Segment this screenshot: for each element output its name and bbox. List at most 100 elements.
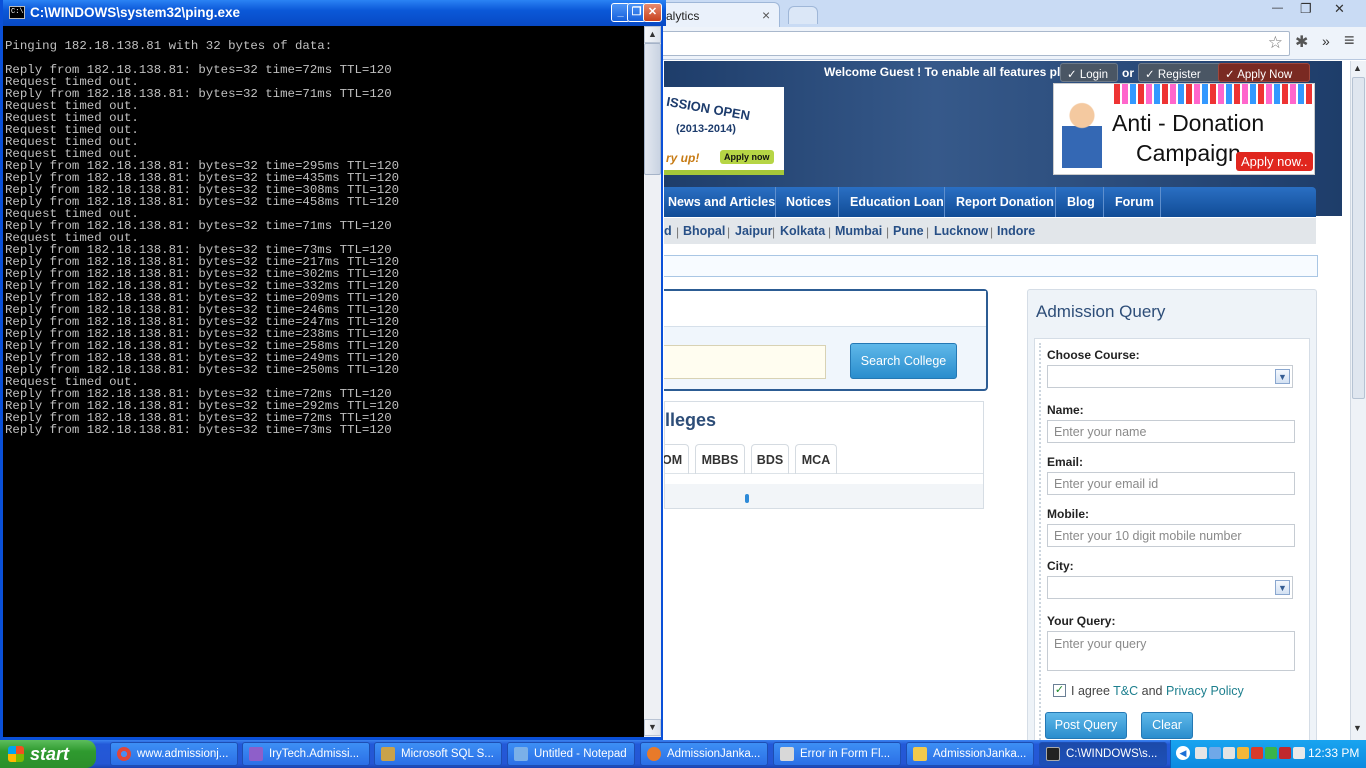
college-search-input[interactable] bbox=[664, 345, 826, 379]
taskbar-button-visual-studio[interactable]: IryTech.Admissi... bbox=[242, 742, 370, 766]
console-scroll-thumb[interactable] bbox=[644, 43, 661, 175]
search-college-button[interactable]: Search College bbox=[850, 343, 957, 379]
nav-news-and-articles[interactable]: News and Articles bbox=[668, 195, 775, 209]
nav-forum[interactable]: Forum bbox=[1115, 195, 1154, 209]
taskbar-button-chrome[interactable]: www.admissionj... bbox=[110, 742, 238, 766]
console-window: C:\ C:\WINDOWS\system32\ping.exe _ ❐ ✕ P… bbox=[0, 0, 666, 740]
name-label: Name: bbox=[1047, 403, 1084, 417]
tab-mbbs[interactable]: MBBS bbox=[695, 444, 745, 474]
anti-donation-banner[interactable]: Anti - Donation Campaign Apply now.. bbox=[1053, 83, 1315, 175]
city-link[interactable]: d bbox=[664, 224, 672, 238]
console-title: C:\WINDOWS\system32\ping.exe bbox=[30, 5, 241, 20]
browser-menu-icon[interactable]: ≡ bbox=[1344, 30, 1355, 51]
tray-expand-icon[interactable]: ◀ bbox=[1176, 746, 1190, 760]
clear-button[interactable]: Clear bbox=[1141, 712, 1193, 739]
scroll-down-arrow-icon[interactable]: ▼ bbox=[1353, 723, 1362, 733]
city-link-pune[interactable]: Pune bbox=[893, 224, 924, 238]
console-title-bar[interactable]: C:\ C:\WINDOWS\system32\ping.exe _ ❐ ✕ bbox=[3, 0, 666, 26]
query-textarea[interactable]: Enter your query bbox=[1047, 631, 1295, 671]
alert-icon[interactable] bbox=[1279, 747, 1291, 759]
admission-open-banner[interactable]: ISSION OPEN (2013-2014) ry up! Apply now bbox=[664, 87, 784, 175]
banner-apply-button[interactable]: Apply now.. bbox=[1236, 152, 1313, 171]
city-separator: | bbox=[772, 225, 776, 239]
search-college-panel: Search College bbox=[664, 289, 988, 391]
start-button[interactable]: start bbox=[0, 740, 96, 768]
extension-bug-icon[interactable]: ✱ bbox=[1295, 32, 1308, 52]
scroll-thumb[interactable] bbox=[1352, 77, 1365, 399]
apply-now-button[interactable]: ✓ Apply Now bbox=[1218, 63, 1310, 82]
task-label: Microsoft SQL S... bbox=[401, 748, 494, 760]
city-link-mumbai[interactable]: Mumbai bbox=[835, 224, 882, 238]
taskbar-button-sql-server[interactable]: Microsoft SQL S... bbox=[374, 742, 502, 766]
browser-minimize-button[interactable]: — bbox=[1272, 2, 1283, 14]
tab-om[interactable]: OM bbox=[664, 444, 689, 474]
task-label: www.admissionj... bbox=[137, 748, 229, 760]
city-link-jaipur[interactable]: Jaipur bbox=[735, 224, 773, 238]
privacy-policy-link[interactable]: Privacy Policy bbox=[1166, 684, 1244, 698]
tc-link[interactable]: T&C bbox=[1113, 684, 1138, 698]
city-select[interactable]: ▼ bbox=[1047, 576, 1293, 599]
admission-query-form: Choose Course: ▼ Name: Enter your name E… bbox=[1034, 338, 1310, 740]
browser-restore-button[interactable]: ❐ bbox=[1300, 1, 1312, 17]
banner-apply-now-button[interactable]: Apply now bbox=[720, 150, 774, 164]
banner-hurry-text: ry up! bbox=[666, 151, 700, 165]
update-icon[interactable] bbox=[1237, 747, 1249, 759]
security-check-icon[interactable] bbox=[1265, 747, 1277, 759]
bookmark-star-icon[interactable]: ☆ bbox=[1268, 33, 1283, 53]
city-separator: | bbox=[676, 225, 680, 239]
taskbar-button-firefox[interactable]: AdmissionJanka... bbox=[640, 742, 768, 766]
network-icon[interactable] bbox=[1209, 747, 1221, 759]
city-link-indore[interactable]: Indore bbox=[997, 224, 1035, 238]
city-link-bhopal[interactable]: Bhopal bbox=[683, 224, 725, 238]
page-scrollbar[interactable]: ▲ ▼ bbox=[1350, 61, 1366, 740]
login-button[interactable]: ✓ Login bbox=[1060, 63, 1118, 82]
bluetooth-icon[interactable] bbox=[1195, 747, 1207, 759]
nav-blog[interactable]: Blog bbox=[1067, 195, 1095, 209]
display-icon[interactable] bbox=[1223, 747, 1235, 759]
tab-mca[interactable]: MCA bbox=[795, 444, 837, 474]
console-scrollbar[interactable]: ▲ ▼ bbox=[644, 26, 661, 737]
clock[interactable]: 12:33 PM bbox=[1308, 746, 1359, 760]
register-button[interactable]: ✓ Register bbox=[1138, 63, 1222, 82]
browser-tab-strip: alytics × — ❐ ✕ bbox=[640, 0, 1366, 27]
city-separator: | bbox=[828, 225, 832, 239]
nav-notices[interactable]: Notices bbox=[786, 195, 831, 209]
city-link-lucknow[interactable]: Lucknow bbox=[934, 224, 988, 238]
choose-course-label: Choose Course: bbox=[1047, 348, 1140, 362]
task-label: Untitled - Notepad bbox=[534, 748, 627, 760]
sql-server-icon bbox=[381, 747, 395, 761]
browser-close-button[interactable]: ✕ bbox=[1334, 1, 1345, 17]
tab-title: alytics bbox=[666, 9, 700, 23]
taskbar-button-notepad[interactable]: Untitled - Notepad bbox=[507, 742, 635, 766]
address-bar[interactable]: ☆ bbox=[660, 31, 1290, 56]
scroll-up-arrow-icon[interactable]: ▲ bbox=[1353, 63, 1362, 73]
mobile-input[interactable]: Enter your 10 digit mobile number bbox=[1047, 524, 1295, 547]
nav-divider bbox=[775, 187, 776, 217]
email-input[interactable]: Enter your email id bbox=[1047, 472, 1295, 495]
course-select[interactable]: ▼ bbox=[1047, 365, 1293, 388]
post-query-button[interactable]: Post Query bbox=[1045, 712, 1127, 739]
nav-report-donation[interactable]: Report Donation bbox=[956, 195, 1054, 209]
tab-bds[interactable]: BDS bbox=[751, 444, 789, 474]
scroll-down-arrow-icon[interactable]: ▼ bbox=[644, 719, 661, 736]
start-label: start bbox=[30, 744, 70, 764]
more-extensions-button[interactable]: » bbox=[1322, 33, 1330, 49]
taskbar-button-console[interactable]: C:\WINDOWS\s... bbox=[1039, 742, 1167, 766]
nav-education-loan[interactable]: Education Loan bbox=[850, 195, 944, 209]
name-input[interactable]: Enter your name bbox=[1047, 420, 1295, 443]
city-link-kolkata[interactable]: Kolkata bbox=[780, 224, 825, 238]
taskbar-button-error-window[interactable]: Error in Form Fl... bbox=[773, 742, 901, 766]
tab-close-icon[interactable]: × bbox=[762, 7, 770, 23]
scroll-up-arrow-icon[interactable]: ▲ bbox=[644, 26, 661, 43]
agree-checkbox[interactable]: ✓ bbox=[1053, 684, 1066, 697]
taskbar-button-folder[interactable]: AdmissionJanka... bbox=[906, 742, 1034, 766]
nav-divider bbox=[1160, 187, 1161, 217]
nav-divider bbox=[944, 187, 945, 217]
browser-toolbar: ☆ ✱ » ≡ bbox=[640, 27, 1366, 60]
antivirus-shield-icon[interactable] bbox=[1251, 747, 1263, 759]
or-text: or bbox=[1122, 66, 1134, 80]
close-button[interactable]: ✕ bbox=[643, 3, 662, 22]
new-tab-button[interactable] bbox=[788, 6, 818, 24]
browser-window: alytics × — ❐ ✕ ☆ ✱ » ≡ Welcome Guest ! … bbox=[640, 0, 1366, 740]
volume-icon[interactable] bbox=[1293, 747, 1305, 759]
